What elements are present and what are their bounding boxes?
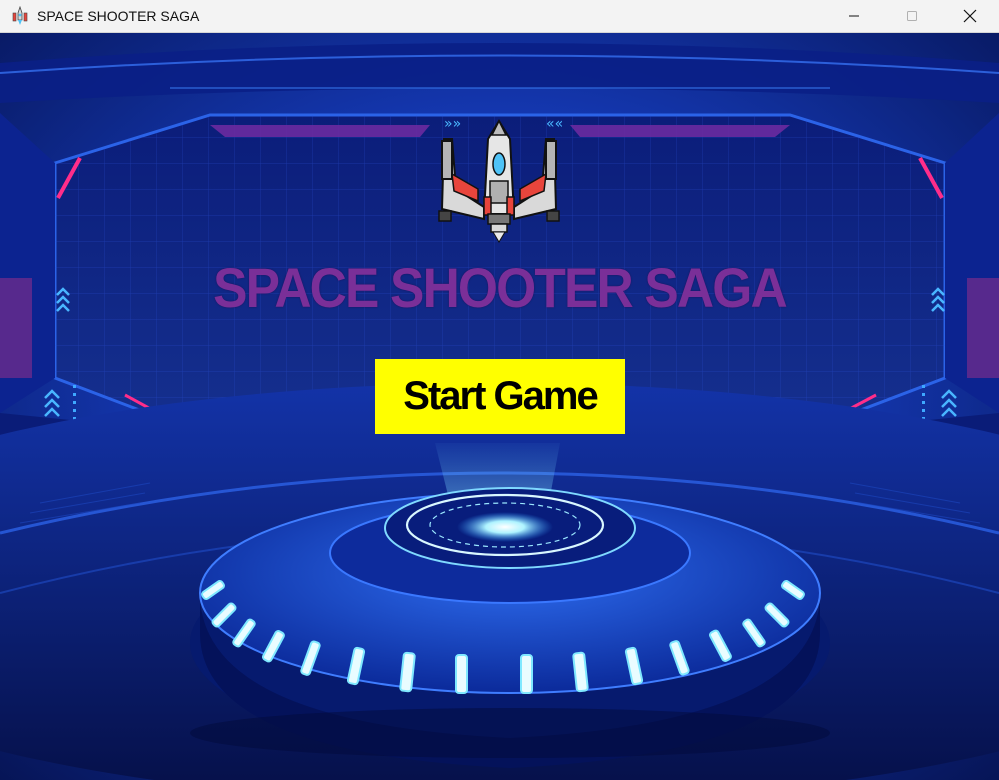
game-window: SPACE SHOOTER SAGA »» «« SPACE SHOOTER S… [0, 0, 999, 780]
window-title: SPACE SHOOTER SAGA [37, 8, 200, 24]
maximize-icon [907, 11, 917, 21]
spaceship-icon [12, 6, 28, 25]
game-title: SPACE SHOOTER SAGA [213, 256, 788, 319]
minimize-button[interactable] [825, 0, 883, 32]
maximize-button[interactable] [883, 0, 941, 32]
window-titlebar[interactable]: SPACE SHOOTER SAGA [0, 0, 999, 33]
start-game-label: Start Game [403, 374, 598, 418]
spaceship-icon [438, 119, 560, 243]
start-game-button[interactable]: Start Game [375, 359, 625, 434]
close-icon [963, 9, 977, 23]
game-scene: »» «« SPACE SHOOTER SAGA Start Game [0, 33, 999, 780]
minimize-icon [849, 15, 859, 17]
close-button[interactable] [941, 0, 999, 32]
